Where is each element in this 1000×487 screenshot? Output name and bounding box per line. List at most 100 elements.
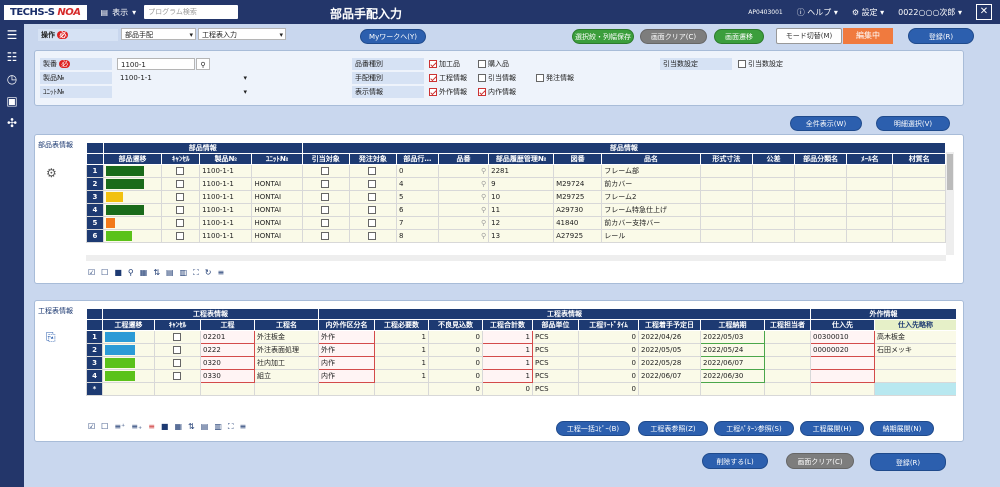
process-col-header[interactable]: 工程 bbox=[200, 319, 255, 331]
start-date-cell[interactable]: 2022/04/26 bbox=[638, 330, 701, 344]
process-col-header[interactable]: 工程納期 bbox=[700, 319, 765, 331]
kubun-cell[interactable]: 外作 bbox=[318, 330, 375, 344]
check-all-icon[interactable]: ☑ bbox=[88, 268, 95, 278]
total-cell[interactable]: 1 bbox=[482, 356, 533, 370]
history-icon[interactable]: ◷ bbox=[0, 68, 24, 90]
empty-cell[interactable] bbox=[102, 382, 155, 396]
process-col-header[interactable]: 内外作区分名 bbox=[318, 319, 375, 331]
hikiate-checkbox[interactable] bbox=[301, 177, 350, 191]
checkbox[interactable] bbox=[175, 193, 184, 201]
parts-col-header[interactable]: 部品分類名 bbox=[793, 153, 848, 165]
show-all-button[interactable]: 全件表示(W) bbox=[790, 116, 862, 131]
shiire-cell[interactable] bbox=[810, 356, 875, 370]
kotei-code-cell[interactable]: 0330 bbox=[200, 369, 255, 383]
kotei-bulk-copy-button[interactable]: 工程一括ｺﾋﾟｰ(B) bbox=[556, 421, 630, 436]
empty-cell[interactable] bbox=[874, 382, 956, 396]
delete-button[interactable]: 削除する(L) bbox=[702, 453, 768, 469]
close-icon[interactable]: ✕ bbox=[976, 4, 992, 20]
kotei-code-cell[interactable]: 02201 bbox=[200, 330, 255, 344]
parts-hscrollbar[interactable] bbox=[86, 255, 946, 261]
hinban-cell[interactable]: ⚲ bbox=[437, 177, 490, 191]
hikiate-checkbox[interactable] bbox=[301, 203, 350, 217]
checkbox[interactable] bbox=[367, 167, 376, 175]
checkbox[interactable] bbox=[175, 219, 184, 227]
list-icon[interactable]: ≡ bbox=[217, 268, 224, 278]
hacchu-checkbox[interactable] bbox=[348, 203, 397, 217]
process-col-header[interactable]: ｷｬﾝｾﾙ bbox=[154, 319, 201, 331]
register-button[interactable]: 登録(R) bbox=[908, 28, 974, 44]
sort-icon[interactable]: ⇅ bbox=[153, 268, 160, 278]
uncheck-all-icon[interactable]: ☐ bbox=[101, 268, 108, 278]
checkbox[interactable] bbox=[320, 193, 329, 201]
parts-col-header[interactable]: 部品履歴管理№ bbox=[488, 153, 555, 165]
checkbox[interactable] bbox=[320, 219, 329, 227]
hikiate-info-checkbox[interactable]: 引当情報 bbox=[478, 73, 516, 83]
tantou-cell[interactable] bbox=[764, 330, 811, 344]
parts-col-header[interactable]: 引当対象 bbox=[301, 153, 350, 165]
seiban-input[interactable]: 1100-1 bbox=[117, 58, 195, 70]
table-row[interactable]: 4 1100-1-1 HONTAI 6 ⚲ 11 A29730 フレーム特急仕上げ bbox=[86, 203, 946, 217]
check-all-icon[interactable]: ☑ bbox=[88, 422, 95, 432]
lead-cell[interactable]: 0 bbox=[578, 356, 639, 370]
tantou-cell[interactable] bbox=[764, 369, 811, 383]
hinban-cell[interactable]: ⚲ bbox=[437, 229, 490, 243]
cancel-checkbox[interactable] bbox=[161, 190, 201, 204]
lead-cell[interactable]: 0 bbox=[578, 369, 639, 383]
hacchu-checkbox[interactable] bbox=[348, 177, 397, 191]
cancel-checkbox[interactable] bbox=[161, 229, 201, 243]
start-date-cell[interactable]: 2022/05/28 bbox=[638, 356, 701, 370]
empty-cell[interactable] bbox=[318, 382, 375, 396]
unit-select[interactable]: ▾ bbox=[117, 86, 247, 98]
furyo-cell[interactable]: 0 bbox=[428, 356, 483, 370]
seihin-select[interactable]: 1100-1-1 ▾ bbox=[117, 72, 247, 84]
naisaku-info-checkbox[interactable]: 内作情報 bbox=[478, 87, 516, 97]
lead-cell[interactable]: 0 bbox=[578, 343, 639, 357]
parts-col-header[interactable]: 発注対象 bbox=[348, 153, 397, 165]
table-row[interactable]: 3 0320 社内加工 内作 1 0 1 PCS 0 2022/05/28 2022/06/07 bbox=[86, 356, 956, 370]
hikiate-checkbox[interactable] bbox=[301, 229, 350, 243]
grid-icon[interactable]: ▦ bbox=[174, 422, 182, 432]
furyo-cell[interactable]: 0 bbox=[428, 343, 483, 357]
tantou-cell[interactable] bbox=[764, 343, 811, 357]
table-row[interactable]: 2 0222 外注表面処理 外作 1 0 1 PCS 0 2022/05/05 2022/05/24… bbox=[86, 343, 956, 357]
checkbox[interactable] bbox=[367, 206, 376, 214]
table-row[interactable]: 5 1100-1-1 HONTAI 7 ⚲ 12 41840 前カバー支持バー bbox=[86, 216, 946, 230]
parts-col-header[interactable]: 材質名 bbox=[892, 153, 946, 165]
detail-select-button[interactable]: 明細選択(V) bbox=[876, 116, 950, 131]
cancel-checkbox[interactable] bbox=[154, 356, 201, 370]
kubun-cell[interactable]: 内作 bbox=[318, 369, 375, 383]
cancel-checkbox[interactable] bbox=[154, 343, 201, 357]
puzzle-icon[interactable]: ✣ bbox=[0, 112, 24, 134]
total-cell[interactable]: 1 bbox=[482, 369, 533, 383]
hacchu-info-checkbox[interactable]: 発注情報 bbox=[536, 73, 574, 83]
hinban-cell[interactable]: ⚲ bbox=[437, 164, 490, 178]
need-cell[interactable]: 1 bbox=[374, 369, 429, 383]
excel-icon[interactable]: ▤ bbox=[166, 268, 174, 278]
expand-icon[interactable]: ⛶ bbox=[193, 268, 199, 278]
need-cell[interactable]: 1 bbox=[374, 330, 429, 344]
shiire-cell[interactable]: 00300010 bbox=[810, 330, 875, 344]
checkbox[interactable] bbox=[172, 372, 181, 380]
checkbox[interactable] bbox=[320, 206, 329, 214]
shiire-cell[interactable] bbox=[810, 369, 875, 383]
hikiate-checkbox[interactable] bbox=[301, 216, 350, 230]
need-cell[interactable]: 1 bbox=[374, 343, 429, 357]
total-cell[interactable]: 1 bbox=[482, 330, 533, 344]
screen-transition-button[interactable]: 画面遷移 bbox=[714, 29, 764, 44]
uncheck-all-icon[interactable]: ☐ bbox=[101, 422, 108, 432]
hinban-cell[interactable]: ⚲ bbox=[437, 216, 490, 230]
excel-icon[interactable]: ▤ bbox=[201, 422, 209, 432]
list-icon[interactable]: ≡ bbox=[239, 422, 246, 432]
zoom-icon[interactable]: ⚲ bbox=[128, 268, 134, 278]
lead-cell[interactable]: 0 bbox=[578, 330, 639, 344]
screen-clear-button[interactable]: 画面クリア(C) bbox=[640, 29, 707, 44]
start-date-cell[interactable]: 2022/06/07 bbox=[638, 369, 701, 383]
need-cell[interactable]: 1 bbox=[374, 356, 429, 370]
hinban-cell[interactable]: ⚲ bbox=[437, 190, 490, 204]
program-search-input[interactable]: プログラム検索 bbox=[144, 5, 239, 19]
checkbox[interactable] bbox=[175, 180, 184, 188]
parts-col-header[interactable]: 品名 bbox=[601, 153, 701, 165]
parts-col-header[interactable]: 部品行… bbox=[395, 153, 439, 165]
empty-cell[interactable] bbox=[810, 382, 875, 396]
screen-clear-button-2[interactable]: 画面クリア(C) bbox=[786, 453, 854, 469]
